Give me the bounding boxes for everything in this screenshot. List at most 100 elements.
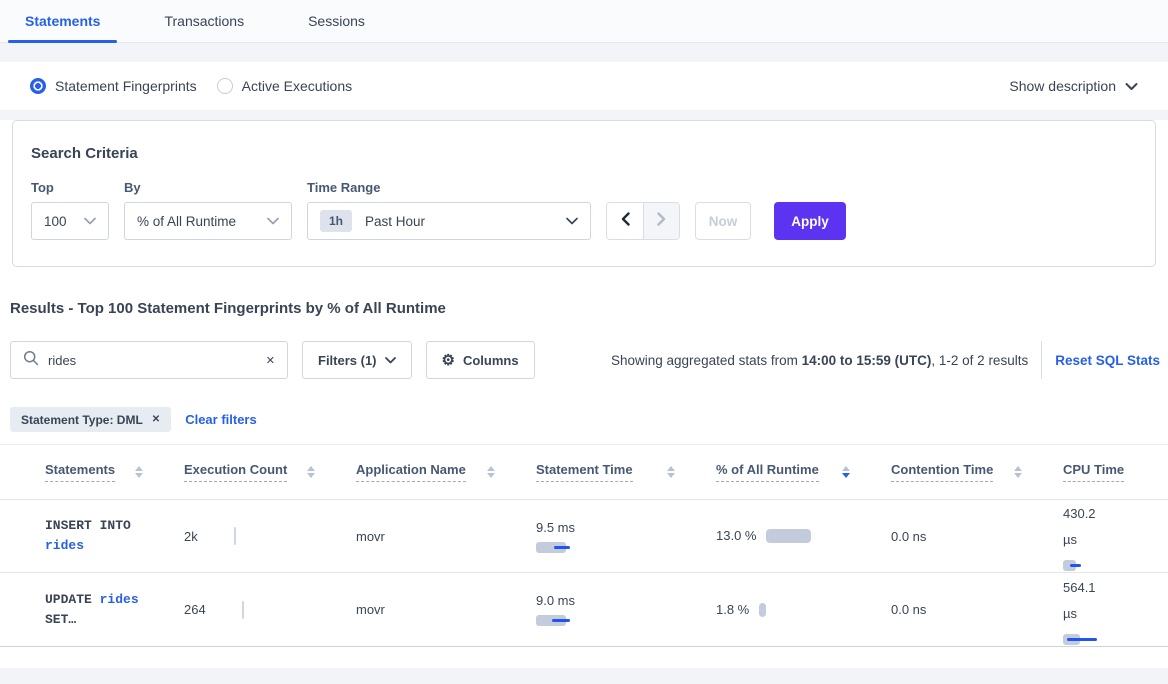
by-label: By: [124, 180, 292, 195]
spacer: [0, 43, 1168, 62]
filter-chip-label: Statement Type: DML: [21, 413, 143, 427]
execution-count-cell: 2k: [149, 500, 321, 572]
time-range-value: Past Hour: [365, 214, 425, 229]
execution-count-bar: [242, 601, 244, 619]
sort-icon[interactable]: [659, 466, 675, 478]
search-criteria-card: Search Criteria Top 100 By % of All Runt…: [12, 120, 1156, 267]
search-criteria-title: Search Criteria: [31, 145, 1137, 162]
statement-time-stddev-bar: [554, 546, 570, 549]
column-header-application-name[interactable]: Application Name: [321, 445, 501, 499]
sort-icon[interactable]: [299, 466, 315, 478]
filters-button-label: Filters (1): [318, 353, 377, 368]
column-header-percent-of-all-runtime[interactable]: % of All Runtime: [681, 445, 856, 499]
table-row: UPDATE rides SET… 264 movr 9.0 ms: [0, 573, 1168, 647]
chevron-down-icon: [267, 217, 279, 225]
by-select-value: % of All Runtime: [137, 214, 236, 229]
results-summary-group: Showing aggregated stats from 14:00 to 1…: [611, 341, 1160, 379]
statements-table: Statements Execution Count Application N…: [0, 444, 1168, 647]
cpu-time-stddev-bar: [1067, 638, 1097, 641]
chevron-down-icon: [1125, 82, 1138, 91]
search-icon: [23, 350, 39, 371]
columns-button[interactable]: ⚙ Columns: [426, 341, 535, 379]
summary-period: 14:00 to 15:59 (UTC): [802, 353, 932, 368]
reset-sql-stats-link[interactable]: Reset SQL Stats: [1055, 353, 1160, 368]
clear-filters-link[interactable]: Clear filters: [185, 412, 257, 427]
contention-time-cell: 0.0 ns: [856, 500, 1028, 572]
column-header-execution-count[interactable]: Execution Count: [149, 445, 321, 499]
apply-button[interactable]: Apply: [774, 202, 846, 240]
page-background-strip: [0, 668, 1168, 682]
runtime-cell: 13.0 %: [681, 500, 856, 572]
column-header-statement-time[interactable]: Statement Time: [501, 445, 681, 499]
search-input[interactable]: [48, 353, 257, 368]
cpu-time-cell: 430.2 µs: [1028, 500, 1168, 572]
column-header-statements[interactable]: Statements: [10, 445, 149, 499]
time-range-label: Time Range: [307, 180, 591, 195]
column-label: CPU Time: [1063, 462, 1124, 482]
statement-time-bar: [536, 615, 566, 626]
sql-text: INSERT INTO: [45, 518, 131, 533]
results-summary: Showing aggregated stats from 14:00 to 1…: [611, 353, 1028, 368]
statement-time-value: 9.0 ms: [536, 593, 575, 608]
columns-button-label: Columns: [463, 353, 519, 368]
sql-table-link[interactable]: rides: [100, 592, 139, 607]
table-row: INSERT INTO rides 2k movr 9.5 ms: [0, 500, 1168, 573]
radio-unselected-icon[interactable]: [217, 78, 233, 94]
time-range-select[interactable]: 1h Past Hour: [307, 202, 591, 240]
statement-time-stddev-bar: [552, 619, 570, 622]
table-header-row: Statements Execution Count Application N…: [0, 445, 1168, 500]
clear-search-icon[interactable]: ✕: [266, 354, 275, 367]
next-time-button[interactable]: [643, 203, 679, 239]
filters-button[interactable]: Filters (1): [302, 341, 412, 379]
column-header-contention-time[interactable]: Contention Time: [856, 445, 1028, 499]
statement-cell: UPDATE rides SET…: [10, 573, 149, 646]
gear-icon: ⚙: [442, 353, 455, 368]
now-button[interactable]: Now: [695, 202, 751, 240]
sort-icon-descending-active[interactable]: [834, 466, 850, 478]
main-content: Search Criteria Top 100 By % of All Runt…: [0, 120, 1168, 668]
application-name-value: movr: [356, 529, 385, 544]
cpu-time-bar: [1063, 634, 1080, 645]
statement-time-cell: 9.5 ms: [501, 500, 681, 572]
by-select[interactable]: % of All Runtime: [124, 202, 292, 240]
tab-transactions[interactable]: Transactions: [147, 0, 261, 42]
top-tab-bar: Statements Transactions Sessions: [0, 0, 1168, 43]
top-select[interactable]: 100: [31, 202, 109, 240]
tab-statements[interactable]: Statements: [8, 0, 117, 42]
cpu-time-cell: 564.1 µs: [1028, 573, 1168, 646]
time-range-badge: 1h: [320, 210, 352, 232]
radio-label: Active Executions: [242, 78, 353, 94]
remove-filter-icon[interactable]: ✕: [152, 414, 160, 425]
previous-time-button[interactable]: [607, 203, 643, 239]
view-toggle-band: Statement Fingerprints Active Executions…: [0, 62, 1168, 110]
column-header-cpu-time[interactable]: CPU Time: [1028, 445, 1168, 499]
statement-cell: INSERT INTO rides: [10, 500, 149, 572]
runtime-value: 1.8 %: [716, 597, 749, 623]
application-name-cell: movr: [321, 500, 501, 572]
sql-table-link[interactable]: rides: [45, 538, 84, 553]
execution-count-bar: [234, 527, 236, 545]
runtime-cell: 1.8 %: [681, 573, 856, 646]
execution-count-value: 2k: [184, 529, 198, 544]
radio-active-executions[interactable]: Active Executions: [217, 78, 353, 94]
sort-icon[interactable]: [1006, 466, 1022, 478]
sort-icon[interactable]: [127, 466, 143, 478]
chevron-left-icon: [621, 212, 630, 231]
filter-chip-statement-type[interactable]: Statement Type: DML ✕: [10, 407, 171, 432]
summary-prefix: Showing aggregated stats from: [611, 353, 802, 368]
tab-sessions[interactable]: Sessions: [291, 0, 382, 42]
application-name-value: movr: [356, 602, 385, 617]
column-label: Execution Count: [184, 462, 287, 482]
filter-chip-row: Statement Type: DML ✕ Clear filters: [10, 407, 1168, 432]
cpu-time-value: 430.2 µs: [1063, 501, 1109, 553]
sql-text: SET…: [45, 612, 76, 627]
statement-time-cell: 9.0 ms: [501, 573, 681, 646]
sort-icon[interactable]: [479, 466, 495, 478]
chevron-down-icon: [84, 217, 96, 225]
top-select-value: 100: [44, 214, 67, 229]
search-box[interactable]: ✕: [10, 341, 288, 379]
show-description-toggle[interactable]: Show description: [1009, 78, 1138, 94]
cpu-time-stddev-bar: [1070, 564, 1081, 567]
radio-selected-icon[interactable]: [30, 78, 46, 94]
radio-statement-fingerprints[interactable]: Statement Fingerprints: [30, 78, 197, 94]
